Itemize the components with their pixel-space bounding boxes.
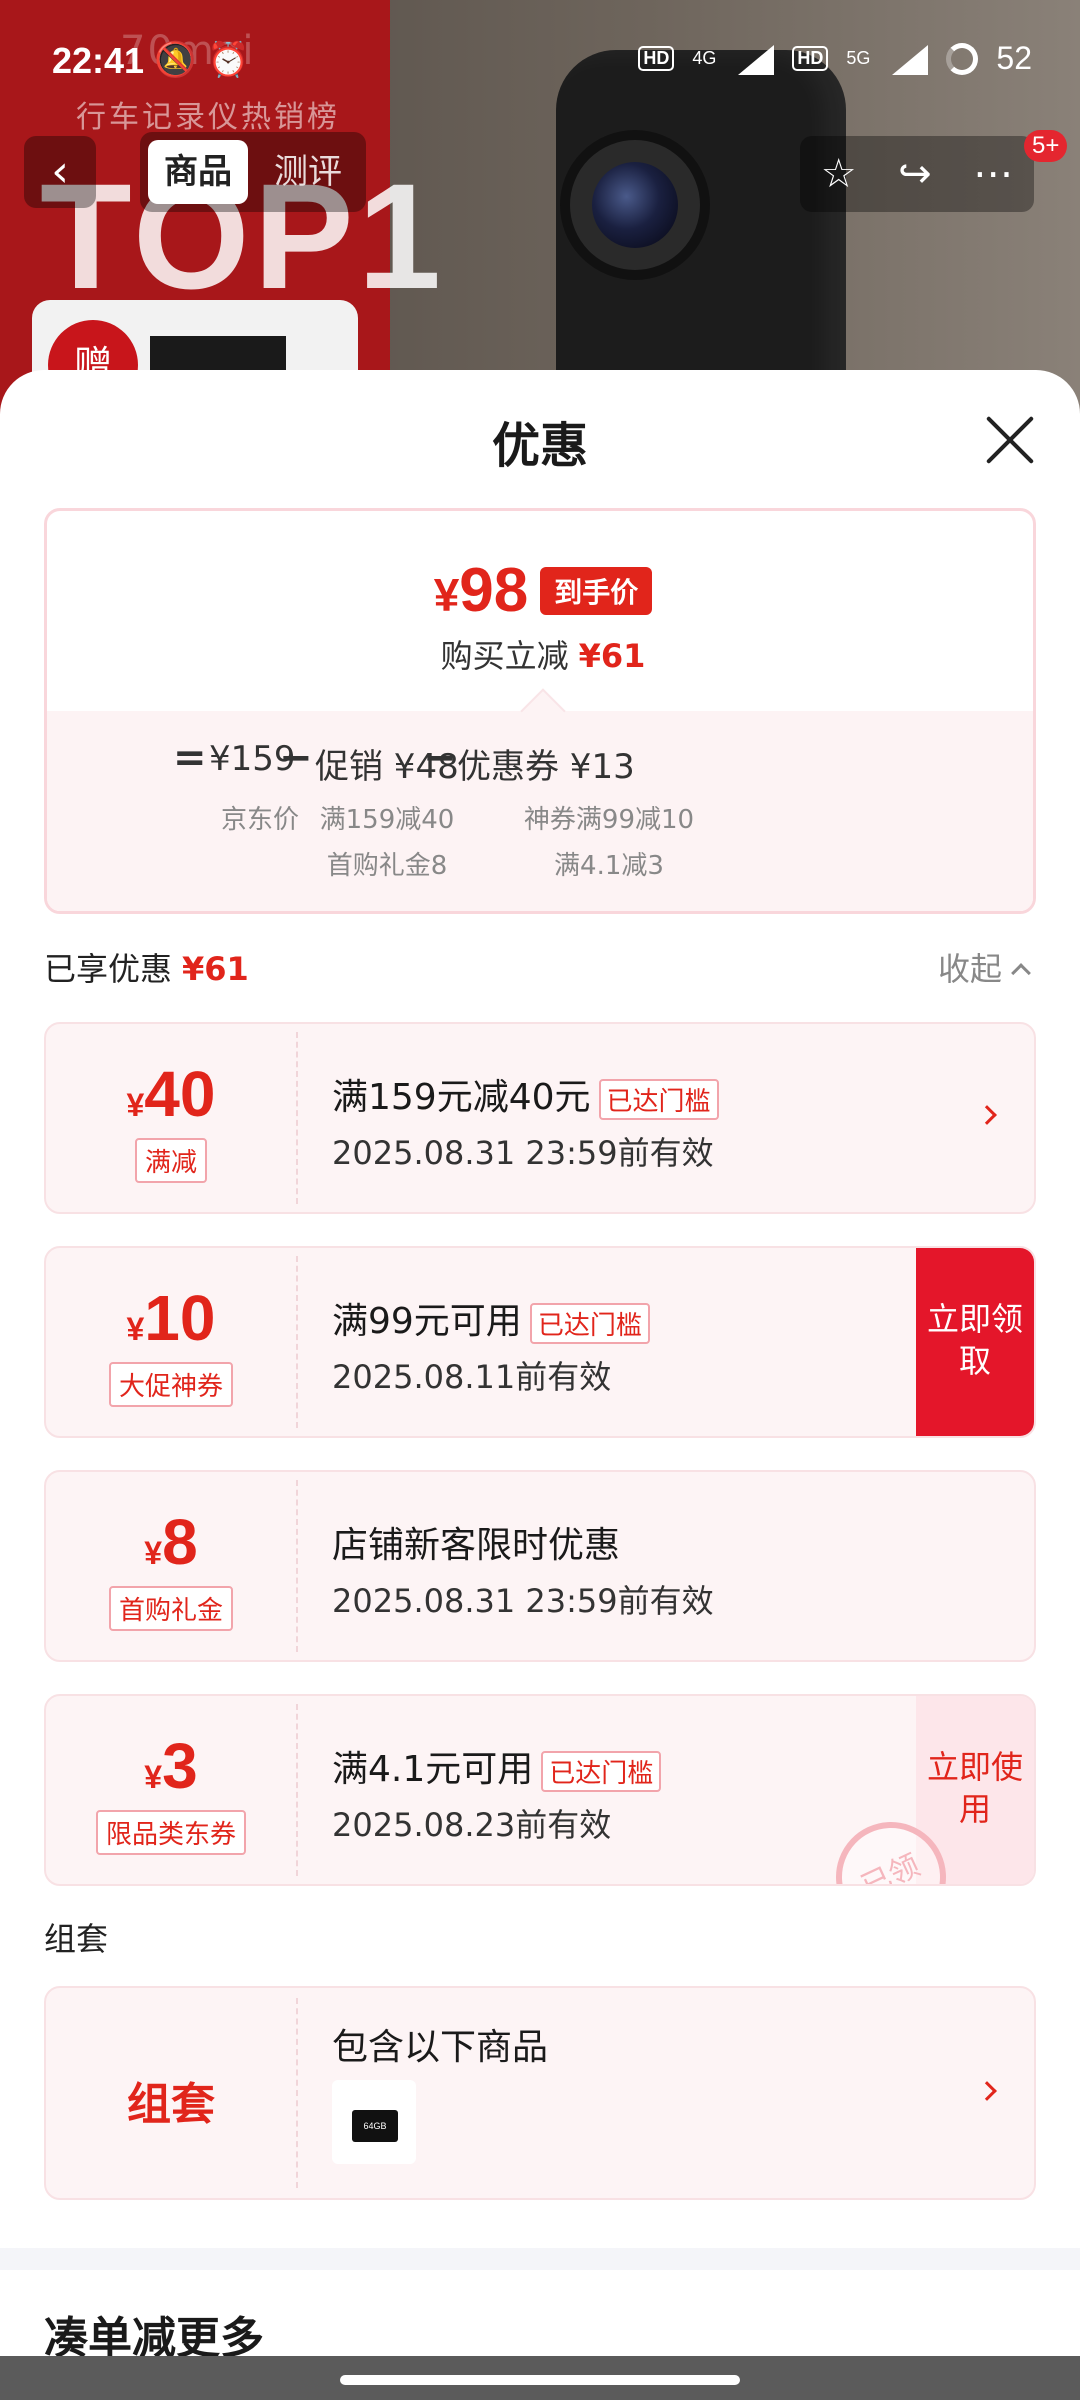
bundle-title: 包含以下商品	[332, 2027, 549, 2068]
bundle-card[interactable]: 组套 包含以下商品 64GB	[44, 1986, 1036, 2200]
status-time: 22:41	[52, 40, 145, 81]
coupon-validity: 2025.08.31 23:59前有效	[332, 1134, 714, 1172]
close-icon[interactable]	[984, 414, 1036, 466]
battery-level: 52	[996, 40, 1032, 76]
bundle-item-thumbnail[interactable]: 64GB	[332, 2080, 416, 2164]
price-formula: = ¥159 − 促销 ¥48 − 优惠券 ¥13	[47, 735, 1033, 799]
coupon-type-tag: 大促神券	[108, 1362, 234, 1407]
coupon-value-area: ¥10 大促神券	[46, 1248, 296, 1436]
coupon-detail-2: 满4.1减3	[554, 851, 664, 881]
coupon-value-area: ¥8 首购礼金	[46, 1472, 296, 1660]
status-bar: 22:41 🔕 ⏰ HD 4G HD 5G 52	[0, 0, 1080, 120]
coupon-amount: ¥8	[144, 1506, 198, 1578]
bundle-divider	[296, 1998, 298, 2188]
reduce-label: 购买立减	[440, 637, 569, 675]
price-breakdown-card: ¥98 到手价 购买立减 ¥61 = ¥159 − 促销 ¥48 − 优惠券 ¥13…	[44, 508, 1036, 914]
more-icon[interactable]: ⋯	[973, 151, 1013, 197]
chevron-up-icon	[1011, 963, 1031, 983]
coupon-type-tag: 满减	[134, 1138, 208, 1183]
enjoyed-discount-row: 已享优惠 ¥61	[44, 944, 249, 990]
chevron-left-icon: ‹	[51, 146, 69, 197]
final-price-row: ¥98 到手价	[47, 555, 1033, 626]
status-right-icons: HD 4G HD 5G 52	[638, 40, 1032, 77]
signal-icon	[734, 43, 775, 75]
bundle-section-label: 组套	[44, 1920, 109, 1958]
tab-product[interactable]: 商品	[148, 140, 248, 204]
network-type-1: 4G	[692, 48, 717, 68]
bundle-label: 组套	[127, 2079, 215, 2130]
threshold-reached-badge: 已达门槛	[598, 1078, 719, 1120]
final-price-badge: 到手价	[540, 566, 653, 615]
coupon-divider	[296, 1256, 298, 1428]
discount-bottom-sheet: 优惠 ¥98 到手价 购买立减 ¥61 = ¥159 − 促销 ¥48 − 优惠券 …	[0, 370, 1080, 2400]
chevron-right-icon[interactable]	[977, 1105, 997, 1125]
coupon-amount: ¥3	[144, 1730, 198, 1802]
equals-sign: =	[173, 735, 207, 781]
product-top-nav: ‹ 商品 测评 ☆ ↪ ⋯ 5+	[0, 130, 1080, 218]
hd-icon: HD	[638, 46, 675, 71]
coupon-value-area: ¥40 满减	[46, 1024, 296, 1212]
nav-action-group: ☆ ↪ ⋯	[800, 136, 1034, 212]
collapse-label: 收起	[938, 950, 1003, 988]
coupon-title: 满99元可用 已达门槛	[332, 1292, 650, 1344]
favorite-star-icon[interactable]: ☆	[821, 151, 857, 197]
alarm-icon: ⏰	[207, 40, 250, 80]
enjoyed-label: 已享优惠	[44, 950, 173, 988]
coupon-divider	[296, 1032, 298, 1204]
coupon-title: 店铺新客限时优惠	[332, 1525, 621, 1566]
final-price: ¥98	[433, 556, 529, 625]
coupon-card-3: ¥8 首购礼金 店铺新客限时优惠 2025.08.31 23:59前有效	[44, 1470, 1036, 1662]
coupon-divider	[296, 1704, 298, 1876]
sheet-title: 优惠	[491, 418, 588, 474]
coupon-validity: 2025.08.11前有效	[332, 1358, 612, 1396]
reduce-amount: ¥61	[578, 637, 646, 675]
network-type-2: 5G	[846, 48, 871, 68]
product-tabs: 商品 测评	[140, 132, 366, 212]
coupon-validity: 2025.08.23前有效	[332, 1806, 612, 1844]
coupon-type-tag: 首购礼金	[108, 1586, 234, 1631]
coupon-card-4: ¥3 限品类东券 满4.1元可用 已达门槛 2025.08.23前有效 立即使用 …	[44, 1694, 1036, 1886]
minus-sign-2: −	[423, 735, 457, 781]
hd-icon-2: HD	[792, 46, 829, 71]
mute-icon: 🔕	[154, 40, 197, 80]
coupon-detail-1: 神券满99减10	[523, 805, 695, 835]
coupon-card-2: ¥10 大促神券 满99元可用 已达门槛 2025.08.11前有效 立即领取	[44, 1246, 1036, 1438]
tab-review[interactable]: 测评	[268, 140, 348, 204]
coupon-divider	[296, 1480, 298, 1652]
status-notification-icons: 🔕 ⏰	[154, 40, 250, 80]
signal-icon-2	[888, 43, 929, 75]
coupon-value-area: ¥3 限品类东券	[46, 1696, 296, 1884]
share-icon[interactable]: ↪	[898, 151, 932, 197]
coupon-title: 满4.1元可用 已达门槛	[332, 1740, 662, 1792]
instant-reduce-line: 购买立减 ¥61	[47, 631, 1033, 677]
sd-card-image: 64GB	[352, 2110, 398, 2142]
coupon-amount: ¥10	[126, 1282, 216, 1354]
coupon-type-tag: 限品类东券	[95, 1810, 247, 1855]
collapse-button[interactable]: 收起	[938, 944, 1031, 990]
chevron-right-icon[interactable]	[977, 2081, 997, 2101]
claim-coupon-button[interactable]: 立即领取	[916, 1248, 1034, 1436]
coupon-card-1[interactable]: ¥40 满减 满159元减40元 已达门槛 2025.08.31 23:59前有效	[44, 1022, 1036, 1214]
back-button[interactable]: ‹	[24, 136, 96, 208]
coupon-total: 优惠券 ¥13	[457, 747, 635, 787]
battery-icon	[946, 42, 979, 75]
threshold-reached-badge: 已达门槛	[541, 1750, 662, 1792]
coupon-amount: ¥40	[126, 1058, 216, 1130]
enjoyed-amount: ¥61	[182, 950, 249, 988]
home-gesture-handle[interactable]	[340, 2375, 740, 2385]
minus-sign-1: −	[279, 735, 313, 781]
coupon-title: 满159元减40元 已达门槛	[332, 1068, 719, 1120]
message-count-badge: 5+	[1024, 130, 1068, 162]
coupon-validity: 2025.08.31 23:59前有效	[332, 1582, 714, 1620]
threshold-reached-badge: 已达门槛	[529, 1302, 650, 1344]
section-separator	[0, 2248, 1080, 2270]
